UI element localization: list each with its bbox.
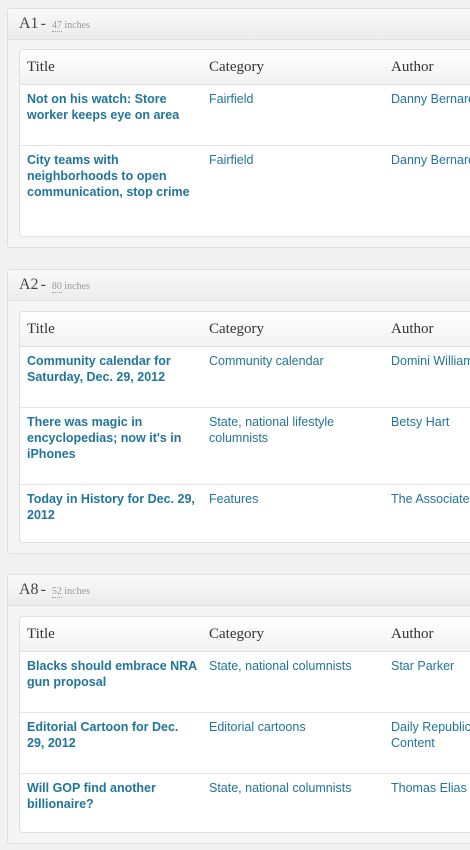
inches-value: 52 — [51, 586, 62, 598]
section-inches: 52 inches — [51, 586, 90, 598]
inches-value: 80 — [51, 281, 62, 293]
column-header-author: Author — [391, 321, 434, 337]
table-row: Not on his watch: Store worker keeps eye… — [20, 85, 470, 146]
story-title-link[interactable]: Community calendar for Saturday, Dec. 29… — [27, 353, 197, 385]
table-row: There was magic in encyclopedias; now it… — [20, 408, 470, 485]
story-title-link[interactable]: Not on his watch: Store worker keeps eye… — [27, 91, 197, 123]
author-link[interactable]: The Associated Press — [391, 491, 470, 507]
author-link[interactable]: Betsy Hart — [391, 414, 470, 430]
section-dash: - — [40, 15, 46, 32]
table-row: Will GOP find another billionaire? State… — [20, 774, 470, 832]
section-dash: - — [40, 276, 46, 293]
column-header-category: Category — [209, 59, 264, 75]
column-header-title: Title — [27, 321, 55, 337]
column-header-title: Title — [27, 59, 55, 75]
category-link[interactable]: State, national columnists — [209, 658, 379, 674]
table-row: Editorial Cartoon for Dec. 29, 2012 Edit… — [20, 713, 470, 774]
inches-unit: inches — [64, 281, 90, 292]
table-row: Today in History for Dec. 29, 2012 Featu… — [20, 485, 470, 542]
author-link[interactable]: Danny Bernardo — [391, 152, 470, 168]
inches-value: 47 — [51, 20, 62, 32]
inches-unit: inches — [64, 20, 90, 31]
table-row: City teams with neighborhoods to open co… — [20, 146, 470, 236]
section-a1: A1- 47 inches Title Category Author Not … — [7, 8, 470, 248]
section-dash: - — [40, 581, 46, 598]
column-header-author: Author — [391, 59, 434, 75]
table-header: Title Category Author — [20, 617, 470, 652]
story-title-link[interactable]: There was magic in encyclopedias; now it… — [27, 414, 197, 462]
column-header-author: Author — [391, 626, 434, 642]
author-link[interactable]: Star Parker — [391, 658, 470, 674]
table-row: Blacks should embrace NRA gun proposal S… — [20, 652, 470, 713]
section-header: A8- 52 inches — [8, 575, 470, 606]
column-header-title: Title — [27, 626, 55, 642]
section-name: A1 — [19, 15, 39, 32]
stories-table: Title Category Author Blacks should embr… — [19, 616, 470, 833]
author-link[interactable]: Danny Bernardo — [391, 91, 470, 107]
stories-table: Title Category Author Community calendar… — [19, 311, 470, 543]
section-inches: 80 inches — [51, 281, 90, 293]
story-title-link[interactable]: Blacks should embrace NRA gun proposal — [27, 658, 197, 690]
section-inches: 47 inches — [51, 20, 90, 32]
column-header-category: Category — [209, 626, 264, 642]
story-title-link[interactable]: City teams with neighborhoods to open co… — [27, 152, 197, 200]
section-header: A2- 80 inches — [8, 270, 470, 301]
category-link[interactable]: Fairfield — [209, 152, 379, 168]
category-link[interactable]: State, national lifestyle columnists — [209, 414, 379, 446]
category-link[interactable]: Editorial cartoons — [209, 719, 379, 735]
category-link[interactable]: Fairfield — [209, 91, 379, 107]
author-link[interactable]: Thomas Elias — [391, 780, 470, 796]
author-link[interactable]: Domini Williams — [391, 353, 470, 369]
table-row: Community calendar for Saturday, Dec. 29… — [20, 347, 470, 408]
category-link[interactable]: Features — [209, 491, 379, 507]
stories-table: Title Category Author Not on his watch: … — [19, 49, 470, 237]
category-link[interactable]: Community calendar — [209, 353, 379, 369]
column-header-category: Category — [209, 321, 264, 337]
author-link[interactable]: Daily Republic Content — [391, 719, 470, 751]
category-link[interactable]: State, national columnists — [209, 780, 379, 796]
section-name: A8 — [19, 581, 39, 598]
section-a2: A2- 80 inches Title Category Author Comm… — [7, 269, 470, 554]
table-header: Title Category Author — [20, 312, 470, 347]
inches-unit: inches — [64, 586, 90, 597]
story-title-link[interactable]: Editorial Cartoon for Dec. 29, 2012 — [27, 719, 197, 751]
section-name: A2 — [19, 276, 39, 293]
section-a8: A8- 52 inches Title Category Author Blac… — [7, 574, 470, 844]
table-header: Title Category Author — [20, 50, 470, 85]
story-title-link[interactable]: Today in History for Dec. 29, 2012 — [27, 491, 197, 523]
section-header: A1- 47 inches — [8, 9, 470, 40]
story-title-link[interactable]: Will GOP find another billionaire? — [27, 780, 197, 812]
